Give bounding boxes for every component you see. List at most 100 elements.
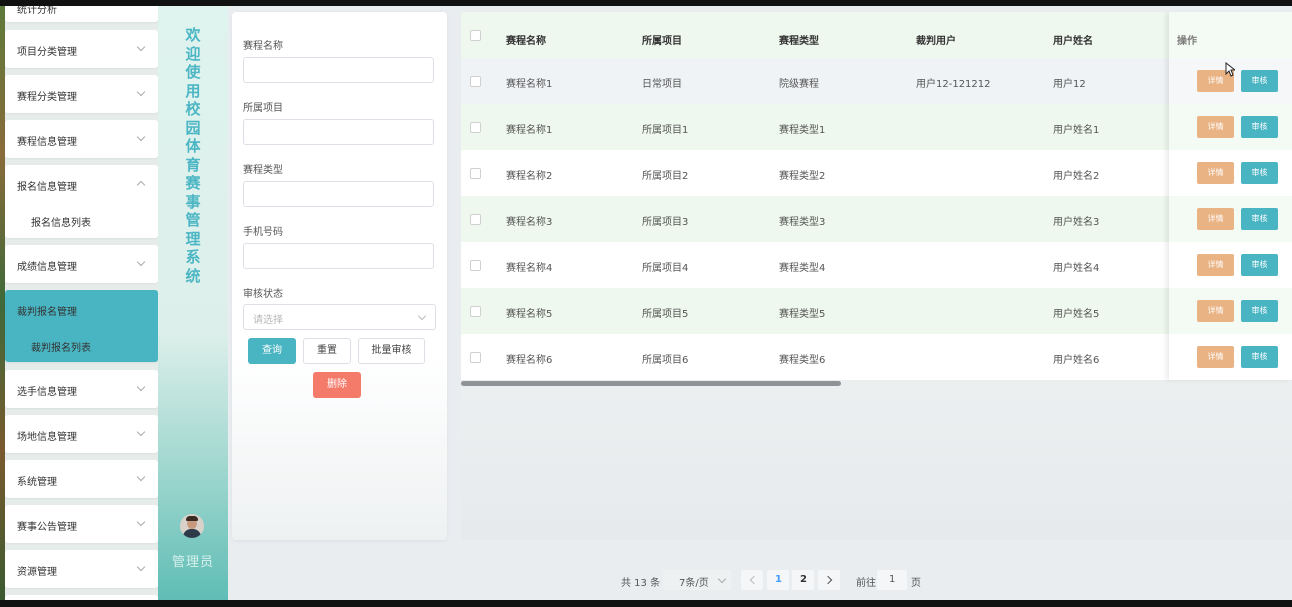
chevron-down-icon — [417, 311, 427, 321]
sidebar: 统计分析 项目分类管理 赛程分类管理 赛程信息管理 报名信息管理 报名信息列表 … — [5, 6, 158, 600]
table-cell: 所属项目3 — [642, 217, 689, 228]
total-count: 共 13 条 — [621, 578, 661, 589]
sidebar-item-resources[interactable]: 资源管理 — [5, 550, 158, 588]
column-header[interactable]: 所属项目 — [642, 32, 682, 47]
next-page-button[interactable] — [818, 570, 840, 590]
phone-input[interactable] — [243, 243, 434, 269]
column-header[interactable]: 用户姓名 — [1053, 32, 1093, 47]
sidebar-subitem-registration-list[interactable]: 报名信息列表 — [31, 214, 91, 229]
goto-page-value: 1 — [889, 574, 896, 585]
sidebar-item-registration[interactable]: 报名信息管理 报名信息列表 — [5, 165, 158, 238]
project-input[interactable] — [243, 119, 434, 145]
page-button-2[interactable]: 2 — [792, 570, 814, 590]
audit-button[interactable]: 审核 — [1241, 162, 1278, 184]
detail-button[interactable]: 详情 — [1197, 162, 1234, 184]
select-all-checkbox[interactable] — [470, 30, 481, 41]
audit-button[interactable]: 审核 — [1241, 116, 1278, 138]
brand-panel: 欢迎使用校园体育赛事管理系统 管理员 — [158, 6, 228, 600]
table-row[interactable]: 赛程名称5 所属项目5 赛程类型5 用户姓名5 — [461, 288, 1292, 335]
chevron-down-icon — [136, 427, 146, 437]
field-label-schedule-name: 赛程名称 — [243, 41, 283, 52]
sidebar-subitem-referee-list[interactable]: 裁判报名列表 — [31, 339, 91, 354]
row-checkbox[interactable] — [470, 76, 481, 87]
table-cell: 所属项目5 — [642, 309, 689, 320]
query-button[interactable]: 查询 — [248, 338, 296, 364]
row-checkbox[interactable] — [470, 214, 481, 225]
goto-page-input[interactable]: 1 — [877, 570, 907, 590]
detail-button[interactable]: 详情 — [1197, 116, 1234, 138]
table-row[interactable]: 赛程名称1 日常项目 院级赛程 用户12-121212 用户12 — [461, 58, 1292, 105]
chevron-down-icon — [136, 257, 146, 267]
table-row[interactable]: 赛程名称6 所属项目6 赛程类型6 用户姓名6 — [461, 334, 1292, 381]
batch-audit-button[interactable]: 批量审核 — [358, 338, 425, 364]
sidebar-item-label: 成绩信息管理 — [17, 262, 77, 273]
row-checkbox[interactable] — [470, 122, 481, 133]
schedule-name-input[interactable] — [243, 57, 434, 83]
chevron-down-icon — [136, 87, 146, 97]
detail-button[interactable]: 详情 — [1197, 346, 1234, 368]
column-header[interactable]: 赛程类型 — [779, 32, 819, 47]
audit-button[interactable]: 审核 — [1241, 300, 1278, 322]
detail-button[interactable]: 详情 — [1197, 208, 1234, 230]
horizontal-scrollbar[interactable] — [461, 381, 841, 386]
column-header[interactable]: 赛程名称 — [506, 32, 546, 47]
table-row[interactable]: 赛程名称2 所属项目2 赛程类型2 用户姓名2 — [461, 150, 1292, 197]
data-table: 赛程名称 所属项目 赛程类型 裁判用户 用户姓名 操作 赛程名称1 日常项目 院级赛… — [461, 12, 1292, 540]
sidebar-item-venues[interactable]: 场地信息管理 — [5, 415, 158, 453]
audit-button[interactable]: 审核 — [1241, 254, 1278, 276]
detail-button[interactable]: 详情 — [1197, 300, 1234, 322]
sidebar-item-system[interactable]: 系统管理 — [5, 460, 158, 498]
chevron-right-icon — [823, 575, 833, 585]
sidebar-item-label: 项目分类管理 — [17, 47, 77, 58]
sidebar-item-schedule-category[interactable]: 赛程分类管理 — [5, 75, 158, 113]
sidebar-item-partial[interactable] — [5, 595, 158, 600]
chevron-left-icon — [749, 575, 759, 585]
page-button-1[interactable]: 1 — [767, 570, 789, 590]
field-label-project: 所属项目 — [243, 103, 283, 114]
field-label-audit-status: 审核状态 — [243, 289, 283, 300]
chevron-down-icon — [717, 574, 727, 584]
row-checkbox[interactable] — [470, 260, 481, 271]
sidebar-item-announcements[interactable]: 赛事公告管理 — [5, 505, 158, 543]
table-cell: 赛程名称6 — [506, 355, 553, 366]
table-cell: 用户姓名1 — [1053, 125, 1100, 136]
sidebar-item-label: 报名信息管理 — [17, 182, 77, 193]
table-row[interactable]: 赛程名称4 所属项目4 赛程类型4 用户姓名4 — [461, 242, 1292, 289]
audit-button[interactable]: 审核 — [1241, 208, 1278, 230]
reset-button[interactable]: 重置 — [303, 338, 351, 364]
sidebar-item-project-category[interactable]: 项目分类管理 — [5, 30, 158, 68]
table-cell: 用户姓名4 — [1053, 263, 1100, 274]
prev-page-button[interactable] — [741, 570, 763, 590]
sidebar-item-label: 裁判报名管理 — [17, 307, 77, 318]
table-cell: 赛程名称1 — [506, 125, 553, 136]
row-checkbox[interactable] — [470, 306, 481, 317]
table-cell: 院级赛程 — [779, 79, 819, 90]
audit-button[interactable]: 审核 — [1241, 346, 1278, 368]
avatar[interactable] — [180, 514, 204, 538]
sidebar-item-label: 赛事公告管理 — [17, 522, 77, 533]
detail-button[interactable]: 详情 — [1197, 254, 1234, 276]
audit-status-select[interactable]: 请选择 — [243, 304, 436, 330]
row-checkbox[interactable] — [470, 168, 481, 179]
delete-button[interactable]: 删除 — [313, 372, 361, 398]
table-row[interactable]: 赛程名称1 所属项目1 赛程类型1 用户姓名1 — [461, 104, 1292, 151]
table-row[interactable]: 赛程名称3 所属项目3 赛程类型3 用户姓名3 — [461, 196, 1292, 243]
sidebar-item-referee-registration[interactable]: 裁判报名管理 裁判报名列表 — [5, 290, 158, 362]
column-header[interactable]: 裁判用户 — [916, 32, 956, 47]
table-cell: 所属项目4 — [642, 263, 689, 274]
sidebar-item-players[interactable]: 选手信息管理 — [5, 370, 158, 408]
schedule-type-input[interactable] — [243, 181, 434, 207]
sidebar-item-scores[interactable]: 成绩信息管理 — [5, 245, 158, 283]
audit-button[interactable]: 审核 — [1241, 70, 1278, 92]
sidebar-item-stats[interactable]: 统计分析 — [5, 6, 158, 22]
table-cell: 赛程名称3 — [506, 217, 553, 228]
page-size-select[interactable]: 7条/页 — [663, 570, 731, 590]
field-label-schedule-type: 赛程类型 — [243, 165, 283, 176]
sidebar-item-label: 统计分析 — [17, 6, 57, 16]
sidebar-item-schedule-info[interactable]: 赛程信息管理 — [5, 120, 158, 158]
row-checkbox[interactable] — [470, 352, 481, 363]
chevron-down-icon — [136, 517, 146, 527]
user-role-label: 管理员 — [171, 555, 214, 570]
page-unit-label: 页 — [911, 578, 921, 589]
chevron-down-icon — [136, 42, 146, 52]
